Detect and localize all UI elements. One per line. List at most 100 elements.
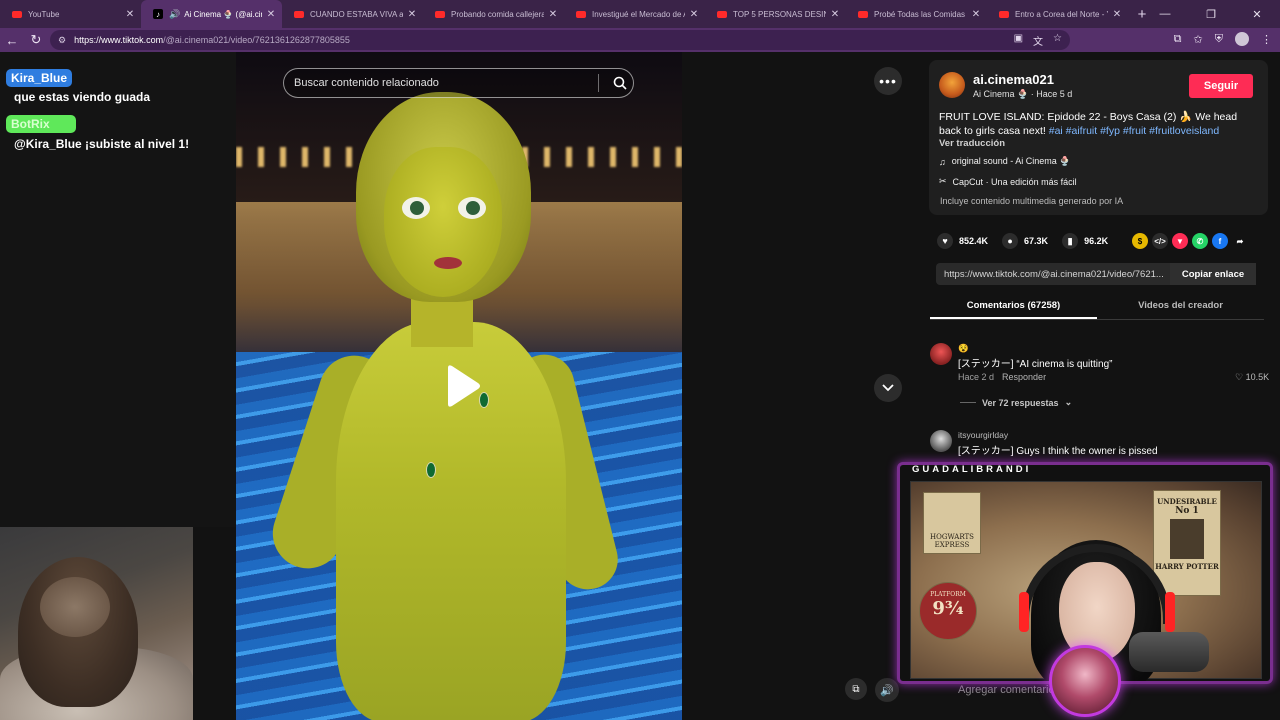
save-stat[interactable]: ▮ 96.2K (1062, 233, 1108, 249)
see-translation-link[interactable]: Ver traducción (939, 138, 1005, 149)
follow-button[interactable]: Seguir (1189, 74, 1253, 98)
tiktok-icon: ♪ (153, 9, 163, 19)
tab-tiktok-active[interactable]: ♪ 🔊 Ai Cinema 🍨 (@ai.cinema ✕ (141, 0, 282, 28)
tab-video[interactable]: TOP 5 PERSONAS DESINFOR ✕ (705, 0, 846, 28)
tab-video[interactable]: Entro a Corea del Norte - Yo ✕ (987, 0, 1128, 28)
favorites-icon[interactable]: ✩ (1194, 33, 1203, 46)
send-icon[interactable]: ▼ (1172, 233, 1188, 249)
platform-number: 9¾ (932, 598, 964, 619)
install-app-icon[interactable]: ▣ (1014, 33, 1023, 48)
figure-eye (458, 197, 486, 219)
close-icon[interactable]: ✕ (125, 9, 135, 20)
url-path: /@ai.cinema021/video/7621361262877805855 (163, 35, 350, 45)
comment-stat[interactable]: ● 67.3K (1002, 233, 1048, 249)
youtube-icon (12, 10, 22, 18)
comment-meta: Hace 2 d Responder (958, 372, 1046, 382)
speaker-icon[interactable]: 🔊 (169, 9, 180, 20)
minimize-button[interactable]: — (1142, 8, 1188, 20)
tab-video[interactable]: Probé Todas las Comidas XX ✕ (846, 0, 987, 28)
commenter-avatar[interactable] (930, 430, 952, 452)
video-link[interactable]: https://www.tiktok.com/@ai.cinema021/vid… (936, 269, 1170, 280)
comment-bubble-icon[interactable]: ● (1002, 233, 1019, 249)
bookmark-icon[interactable]: ▮ (1062, 233, 1079, 249)
like-count: 852.4K (959, 236, 989, 246)
facebook-icon[interactable]: f (1212, 233, 1228, 249)
window-controls: — ❐ ✕ (1142, 0, 1280, 28)
streamer-avatar-badge (1049, 645, 1121, 717)
translate-icon[interactable]: 文 (1033, 33, 1043, 48)
divider-line (960, 402, 976, 403)
tab-video[interactable]: Investigué el Mercado de An ✕ (564, 0, 705, 28)
view-replies-label: Ver 72 respuestas (982, 397, 1059, 408)
view-replies-button[interactable]: Ver 72 respuestas ⌄ (960, 397, 1072, 408)
platform-sign: PLATFORM 9¾ (919, 582, 977, 640)
close-icon[interactable]: ✕ (689, 9, 699, 20)
creator-avatar[interactable] (939, 72, 965, 98)
tab-title: Entro a Corea del Norte - Yo (1015, 9, 1108, 19)
tab-video[interactable]: Probando comida callejera e ✕ (423, 0, 564, 28)
capcut-icon: ✂ (939, 176, 947, 186)
close-icon[interactable]: ✕ (266, 9, 276, 20)
volume-icon[interactable]: 🔊 (875, 678, 899, 702)
url-input[interactable]: ⚙ https://www.tiktok.com/@ai.cinema021/v… (50, 30, 1070, 50)
commenter-name[interactable]: itsyourgirlday (958, 430, 1008, 440)
creator-handle[interactable]: ai.cinema021 (973, 72, 1054, 87)
close-icon[interactable]: ✕ (407, 9, 417, 20)
heart-icon[interactable]: ♥ (937, 233, 953, 249)
copy-link-row: https://www.tiktok.com/@ai.cinema021/vid… (936, 263, 1256, 285)
picture-in-picture-icon[interactable]: ⧉ (845, 678, 867, 700)
omnibox-actions: ▣ 文 ☆ (1014, 33, 1062, 48)
whatsapp-icon[interactable]: ✆ (1192, 233, 1208, 249)
related-search-input[interactable] (294, 77, 598, 89)
tab-comments[interactable]: Comentarios (67258) (930, 296, 1097, 319)
search-divider (598, 74, 599, 92)
copy-link-button[interactable]: Copiar enlace (1170, 263, 1256, 285)
otter-webcam-overlay (0, 527, 193, 720)
youtube-icon (576, 10, 586, 18)
coin-icon[interactable]: $ (1132, 233, 1148, 249)
menu-icon[interactable]: ⋮ (1261, 33, 1272, 46)
next-video-chevron-icon[interactable] (874, 374, 902, 402)
sound-name[interactable]: original sound - Ai Cinema 🍨 (952, 156, 1071, 167)
close-icon[interactable]: ✕ (971, 9, 981, 20)
dress-gem (426, 462, 436, 478)
back-button[interactable]: ← (0, 33, 24, 48)
close-window-button[interactable]: ✕ (1234, 8, 1280, 21)
capcut-label[interactable]: CapCut · Una edición más fácil (953, 177, 1077, 187)
capcut-row[interactable]: ✂ CapCut · Una edición más fácil (939, 176, 1077, 187)
post-age: Hace 5 d (1036, 89, 1073, 99)
shield-icon[interactable]: ⛨ (1215, 33, 1223, 46)
add-comment-placeholder[interactable]: Agregar comentario... (958, 684, 1064, 696)
play-button[interactable] (442, 364, 482, 408)
commenter-name[interactable]: 😵 (958, 343, 969, 354)
commenter-avatar[interactable] (930, 343, 952, 365)
address-bar: ← ↻ ⚙ https://www.tiktok.com/@ai.cinema0… (0, 28, 1280, 52)
tab-title: Probando comida callejera e (451, 9, 544, 19)
restore-button[interactable]: ❐ (1188, 8, 1234, 21)
youtube-icon (294, 10, 304, 18)
comment-likes[interactable]: ♡ 10.5K (1235, 372, 1269, 383)
caption-hashtags[interactable]: #ai #aifruit #fyp #fruit #fruitloveislan… (1049, 125, 1219, 137)
sound-row[interactable]: ♫ original sound - Ai Cinema 🍨 (939, 156, 1071, 167)
extensions-icon[interactable]: ⧉ (1174, 33, 1182, 46)
close-icon[interactable]: ✕ (548, 9, 558, 20)
tab-video[interactable]: CUANDO ESTABA VIVA a NA ✕ (282, 0, 423, 28)
share-arrow-icon[interactable]: ➦ (1232, 233, 1248, 249)
search-icon[interactable] (607, 70, 633, 96)
creator-subline: Ai Cinema 🍨 · Hace 5 d (973, 89, 1073, 99)
poster-name: HARRY POTTER (1155, 562, 1219, 571)
tab-creator-videos[interactable]: Videos del creador (1097, 296, 1264, 319)
reload-button[interactable]: ↻ (24, 32, 48, 48)
youtube-icon (999, 10, 1009, 18)
reply-button[interactable]: Responder (1002, 372, 1046, 382)
close-icon[interactable]: ✕ (830, 9, 840, 20)
more-options-icon[interactable]: ••• (874, 67, 902, 95)
share-icons: $ </> ▼ ✆ f ➦ (1132, 233, 1248, 249)
profile-avatar[interactable] (1235, 32, 1249, 46)
like-stat[interactable]: ♥ 852.4K (937, 233, 988, 249)
embed-icon[interactable]: </> (1152, 233, 1168, 249)
bookmark-star-icon[interactable]: ☆ (1053, 33, 1062, 48)
site-info-icon[interactable]: ⚙ (58, 35, 66, 46)
tab-youtube[interactable]: YouTube ✕ (0, 0, 141, 28)
close-icon[interactable]: ✕ (1112, 9, 1122, 20)
